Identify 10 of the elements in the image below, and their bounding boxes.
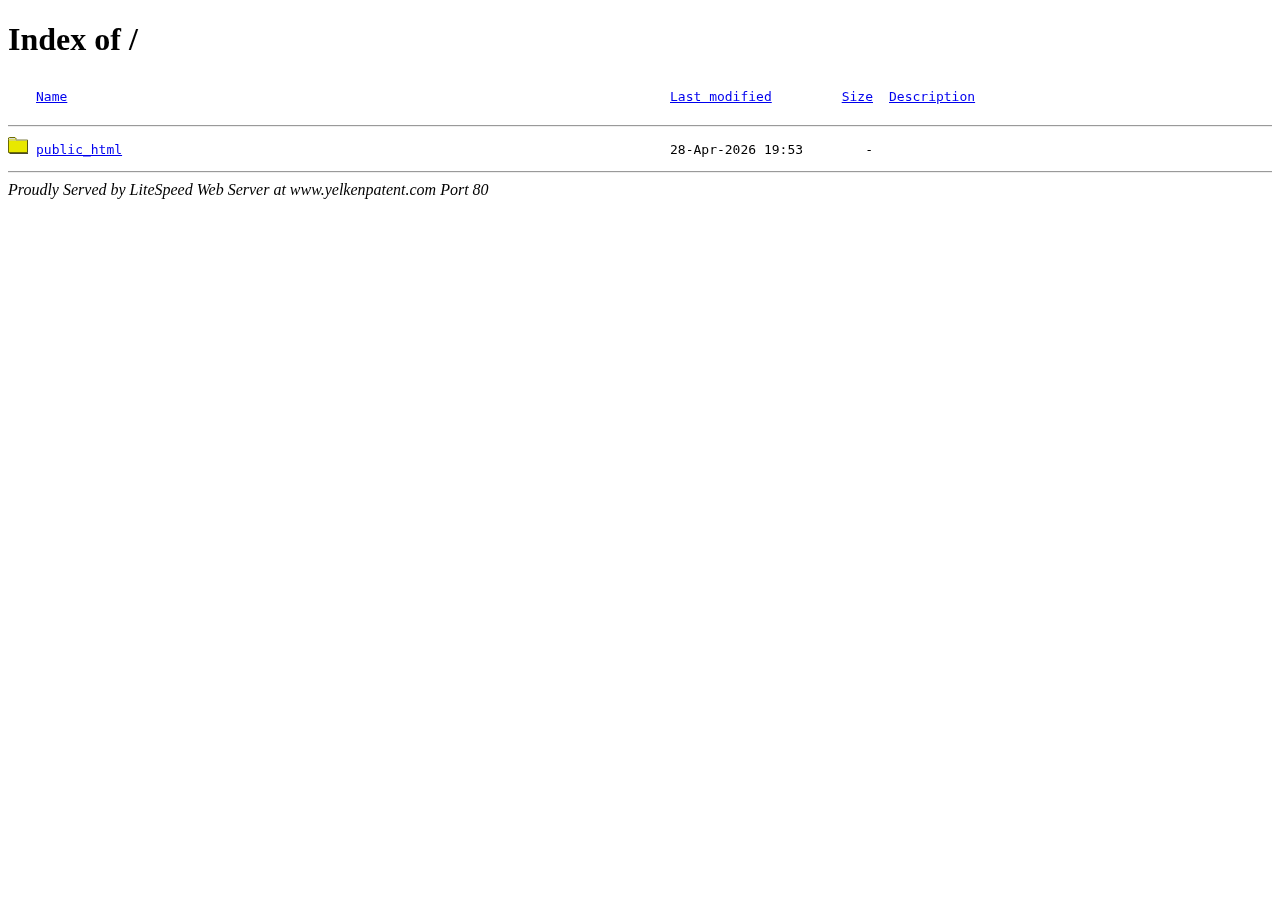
column-sort-link[interactable]: Last modified — [670, 88, 772, 104]
server-footer: Proudly Served by LiteSpeed Web Server at www.yelkenpatent.com Port 80 — [8, 181, 489, 199]
folder-icon — [8, 137, 28, 155]
page-heading: Index of / — [8, 21, 138, 58]
column-sort-link[interactable]: Size — [841, 88, 873, 104]
date-cell-text: 28-Apr-2026 19:53 — [670, 141, 805, 159]
folder-link[interactable]: public_html — [36, 142, 123, 157]
size-cell-text: - — [864, 141, 873, 159]
column-sort-link[interactable]: Description — [889, 88, 976, 104]
column-sort-link[interactable]: Name — [36, 88, 68, 104]
